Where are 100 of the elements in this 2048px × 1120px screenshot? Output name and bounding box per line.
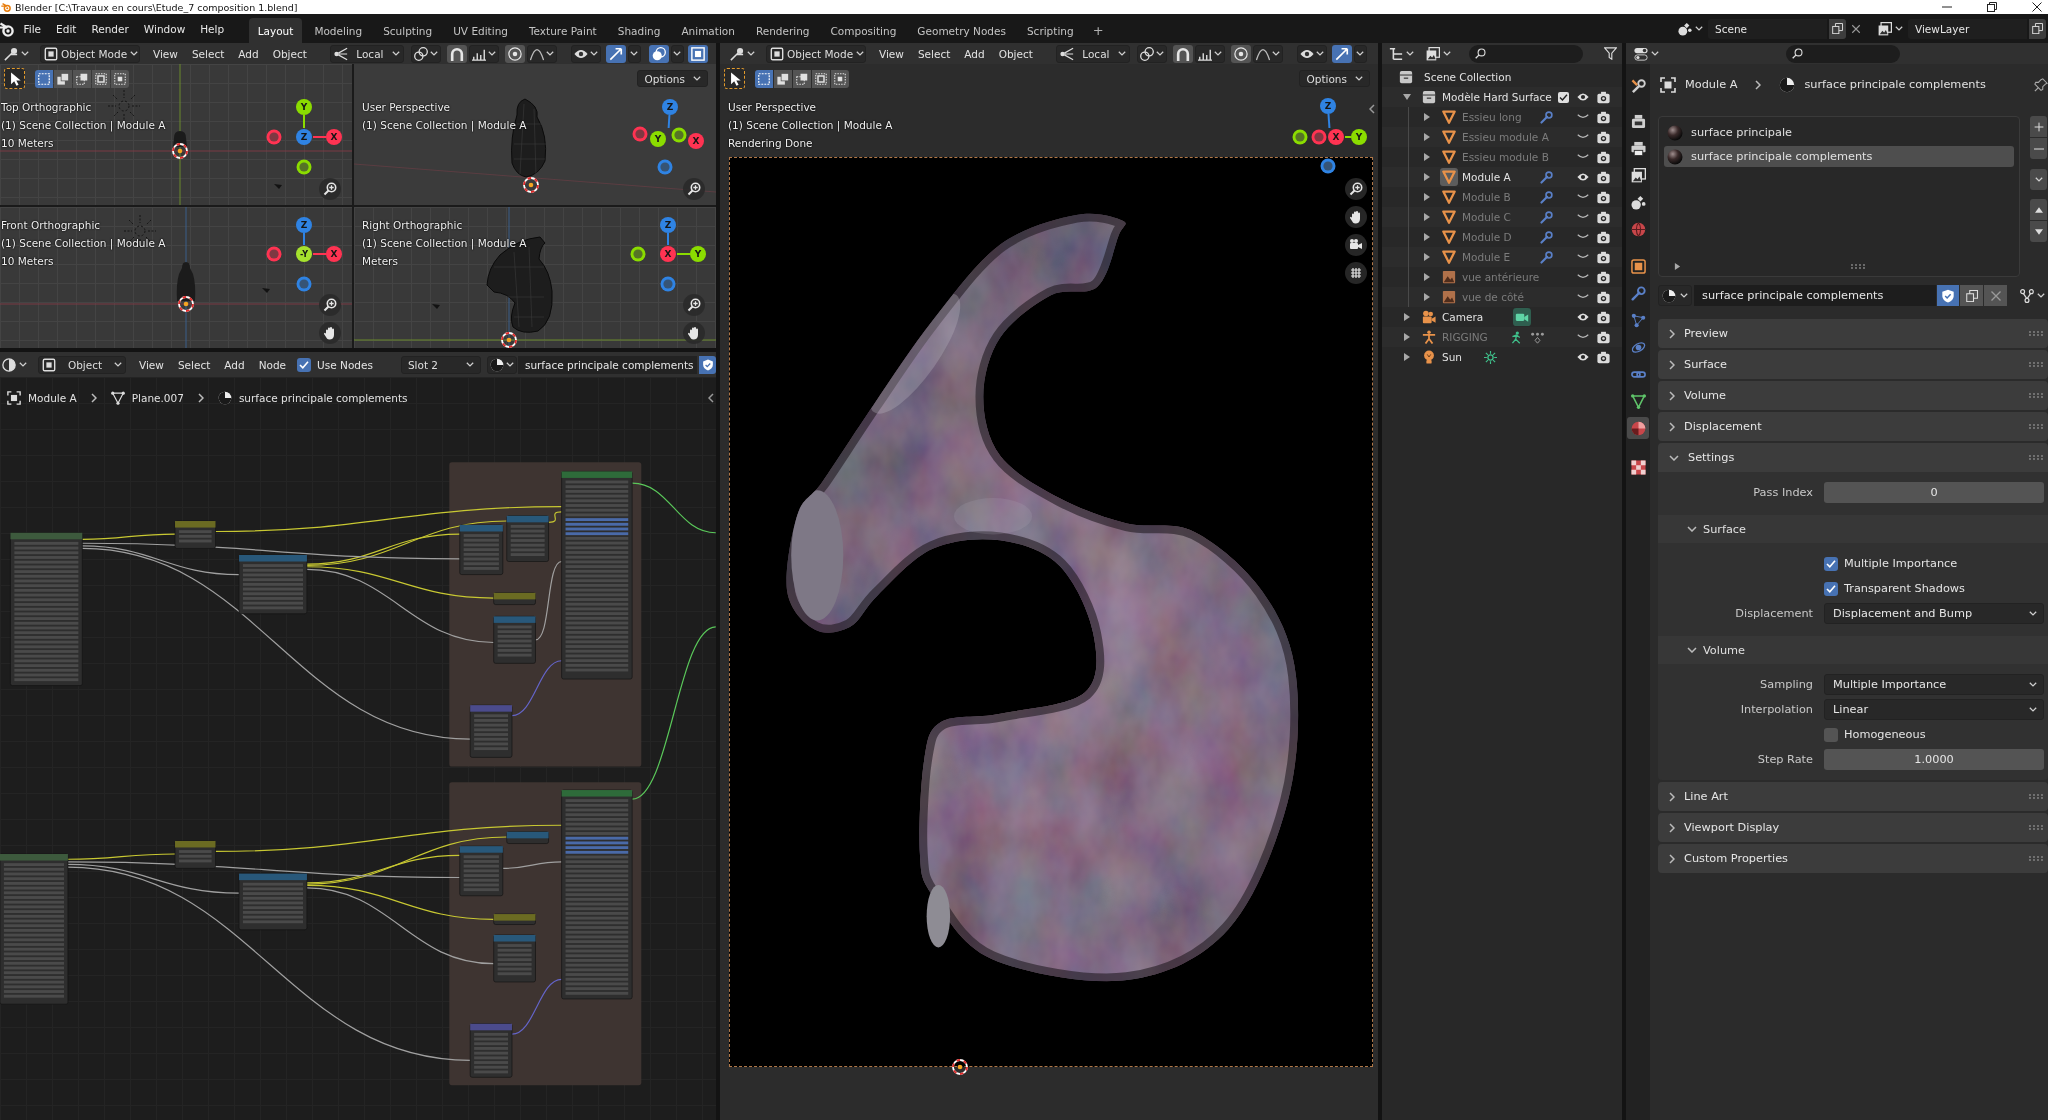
gizmo-toggle[interactable] [605,44,626,63]
move-up-button[interactable] [2030,199,2047,220]
camera-icon[interactable] [1597,150,1610,164]
menu-item[interactable]: View [146,47,185,60]
mode-dropdown[interactable]: Object Mode [766,44,866,63]
outliner-row[interactable]: Scene Collection [1382,67,1622,87]
workspace-tab[interactable]: UV Editing [444,18,517,43]
shader-node[interactable] [10,532,83,686]
disclosure-triangle-icon[interactable] [1423,193,1431,201]
viewport[interactable]: Front Orthographic (1) Scene Collection | Module A 10 Meters Z -Y X [0,207,352,348]
dropdown[interactable]: Displacement and Bump [1824,603,2044,624]
properties-tab[interactable] [1627,417,1649,439]
shader-node[interactable] [561,789,633,1000]
sun-icon[interactable] [1484,350,1497,364]
node-link[interactable] [306,836,508,885]
workspace-tab[interactable]: Animation [672,18,744,43]
node-link[interactable] [67,866,471,1061]
camera-icon[interactable] [1597,170,1610,184]
drag-handle-icon[interactable] [1851,263,1865,269]
axis-handle[interactable] [660,276,676,292]
menu-item[interactable]: Add [217,358,252,371]
figure-icon[interactable] [1422,330,1436,344]
proportional-edit-toggle[interactable] [1230,44,1251,63]
outliner-row[interactable]: Sun [1382,347,1622,367]
select-tool-button[interactable] [4,68,25,89]
menu-item[interactable]: Help [192,22,232,35]
duplicate-view-layer-button[interactable] [2029,18,2046,39]
menu-item[interactable]: Object [265,47,314,60]
node-link[interactable] [306,854,461,884]
triangle-icon[interactable] [1440,168,1458,186]
viewport[interactable]: Right Orthographic (1) Scene Collection | Module A Meters Z X Y [354,207,716,348]
triangle-icon[interactable] [1442,250,1456,264]
closed-eye-icon[interactable] [1577,134,1589,140]
camera-icon[interactable] [1345,234,1367,256]
checkbox[interactable] [297,357,312,372]
remove-slot-button[interactable] [2030,138,2047,159]
material-browse-dropdown[interactable] [1658,285,1692,306]
axis-handle[interactable] [671,127,687,143]
closed-eye-icon[interactable] [1577,234,1589,240]
shader-node[interactable] [493,592,536,605]
menu-item[interactable]: Select [910,47,958,60]
subpanel-header[interactable]: Volume [1658,636,2048,664]
axis-handle[interactable]: -Y [296,246,312,262]
camera-icon[interactable] [1597,230,1610,244]
shader-node[interactable] [459,524,504,575]
gizmo-menu-dropdown[interactable] [627,44,641,63]
menu-item[interactable]: Select [184,47,232,60]
axis-handle[interactable]: X [688,133,704,149]
checkbox[interactable] [1824,556,1838,571]
disclosure-triangle-icon[interactable] [1403,93,1411,101]
node-link[interactable] [631,626,716,800]
drag-handle-icon[interactable] [2029,825,2043,830]
axis-handle[interactable] [1292,129,1308,145]
axis-handle[interactable]: X [1328,129,1344,145]
light-bulb-icon[interactable] [1422,350,1436,364]
node-link[interactable] [534,560,563,641]
outliner-row[interactable]: Module B [1382,187,1622,207]
drag-handle-icon[interactable] [2029,794,2043,799]
node-canvas[interactable]: Module A Plane.007 surface principale complements [0,377,716,1120]
axis-handle[interactable] [657,159,673,175]
options-dropdown[interactable]: Options [637,70,708,87]
menu-item[interactable]: File [16,22,49,35]
disclosure-triangle-icon[interactable] [1403,333,1411,341]
wrench-icon[interactable] [1540,230,1553,244]
camera-icon[interactable] [1597,250,1610,264]
material-browse-dropdown[interactable] [486,355,517,374]
axis-handle[interactable] [630,246,646,262]
node-link[interactable] [306,533,461,565]
move-down-button[interactable] [2030,221,2047,242]
select-mode-button[interactable] [774,69,792,88]
falloff-dropdown[interactable] [526,44,557,63]
camera-icon[interactable] [1597,110,1610,124]
node-link[interactable] [214,824,563,852]
outliner-row[interactable]: Essieu module B [1382,147,1622,167]
menu-item[interactable]: Edit [48,22,84,35]
eye-icon[interactable] [1577,91,1589,103]
subpanel-header[interactable]: Surface [1658,515,2048,543]
menu-item[interactable]: Object [991,47,1040,60]
movie-camera-icon[interactable] [1422,310,1436,324]
shader-node[interactable] [469,704,513,758]
fake-user-toggle[interactable] [699,355,716,374]
workspace-tab[interactable]: Modeling [305,18,372,43]
xray-toggle[interactable] [687,44,708,63]
zoom-icon[interactable] [319,178,341,200]
menu-item[interactable]: Add [231,47,266,60]
disclosure-triangle-icon[interactable] [1423,293,1431,301]
options-dropdown[interactable]: Options [1299,70,1370,87]
eye-icon[interactable] [1577,351,1589,363]
checkbox-label[interactable]: Transparent Shadows [1844,582,1965,595]
shader-node[interactable] [493,616,536,664]
stick-figure-icon[interactable] [1509,330,1523,344]
pin-icon[interactable] [2034,77,2048,92]
duplicate-scene-button[interactable] [1829,18,1846,39]
axis-handle[interactable] [296,276,312,292]
disclosure-triangle-icon[interactable] [1423,173,1431,181]
drag-handle-icon[interactable] [2029,856,2043,861]
axis-handle[interactable] [1320,158,1336,174]
snap-toggle[interactable] [1172,44,1193,63]
mode-dropdown[interactable]: Object Mode [40,44,140,63]
shader-node[interactable] [174,520,216,549]
